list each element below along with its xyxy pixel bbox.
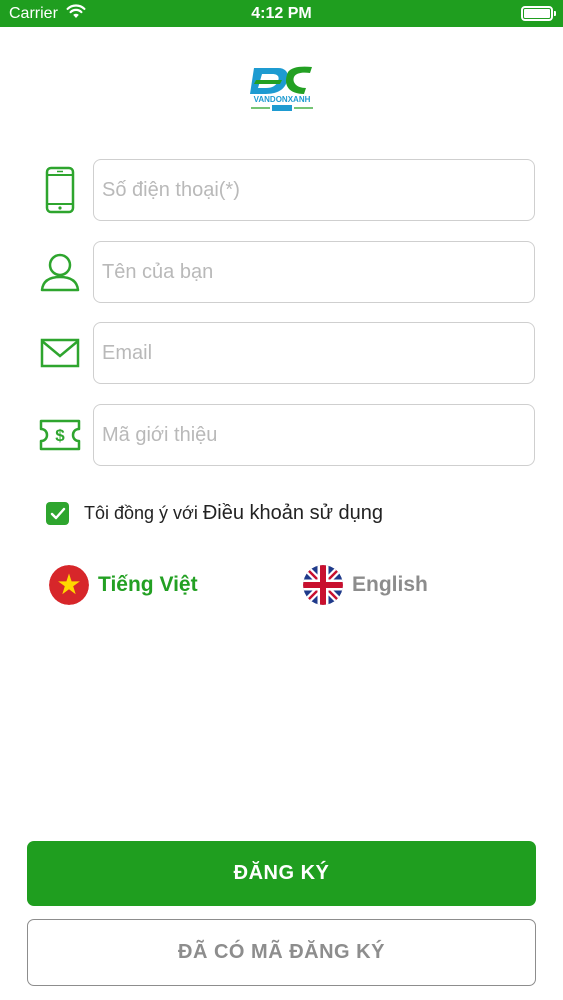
battery-fill	[524, 9, 550, 18]
register-button[interactable]: ĐĂNG KÝ	[27, 841, 536, 906]
carrier-label: Carrier	[9, 4, 58, 22]
language-english[interactable]: English	[303, 565, 428, 605]
status-bar: Carrier 4:12 PM	[0, 0, 563, 27]
check-icon	[50, 507, 65, 519]
name-input[interactable]	[93, 241, 535, 303]
uk-flag-icon	[303, 565, 343, 605]
referral-row: $	[0, 404, 563, 466]
status-left: Carrier	[9, 3, 86, 24]
battery-icon	[521, 6, 556, 21]
app-logo: VANDONXANH	[248, 62, 316, 112]
language-vietnamese-label: Tiếng Việt	[98, 573, 198, 596]
terms-link[interactable]: Điều khoản sử dụng	[203, 502, 383, 525]
vietnam-flag-icon	[49, 565, 89, 605]
have-code-button[interactable]: ĐÃ CÓ MÃ ĐĂNG KÝ	[27, 919, 536, 986]
voucher-icon: $	[37, 410, 83, 460]
email-input[interactable]	[93, 322, 535, 384]
user-icon	[37, 247, 83, 297]
mail-icon	[37, 328, 83, 378]
language-vietnamese[interactable]: Tiếng Việt	[49, 565, 198, 605]
svg-text:$: $	[55, 426, 65, 445]
terms-row: Tôi đồng ý với Điều khoản sử dụng	[46, 502, 383, 525]
name-row	[0, 241, 563, 303]
phone-icon	[37, 165, 83, 215]
wifi-icon	[66, 3, 86, 24]
terms-checkbox[interactable]	[46, 502, 69, 525]
phone-row	[0, 159, 563, 221]
logo-text: VANDONXANH	[254, 95, 311, 104]
terms-text: Tôi đồng ý với	[84, 503, 198, 523]
language-english-label: English	[352, 573, 428, 596]
phone-input[interactable]	[93, 159, 535, 221]
email-row	[0, 322, 563, 384]
referral-input[interactable]	[93, 404, 535, 466]
